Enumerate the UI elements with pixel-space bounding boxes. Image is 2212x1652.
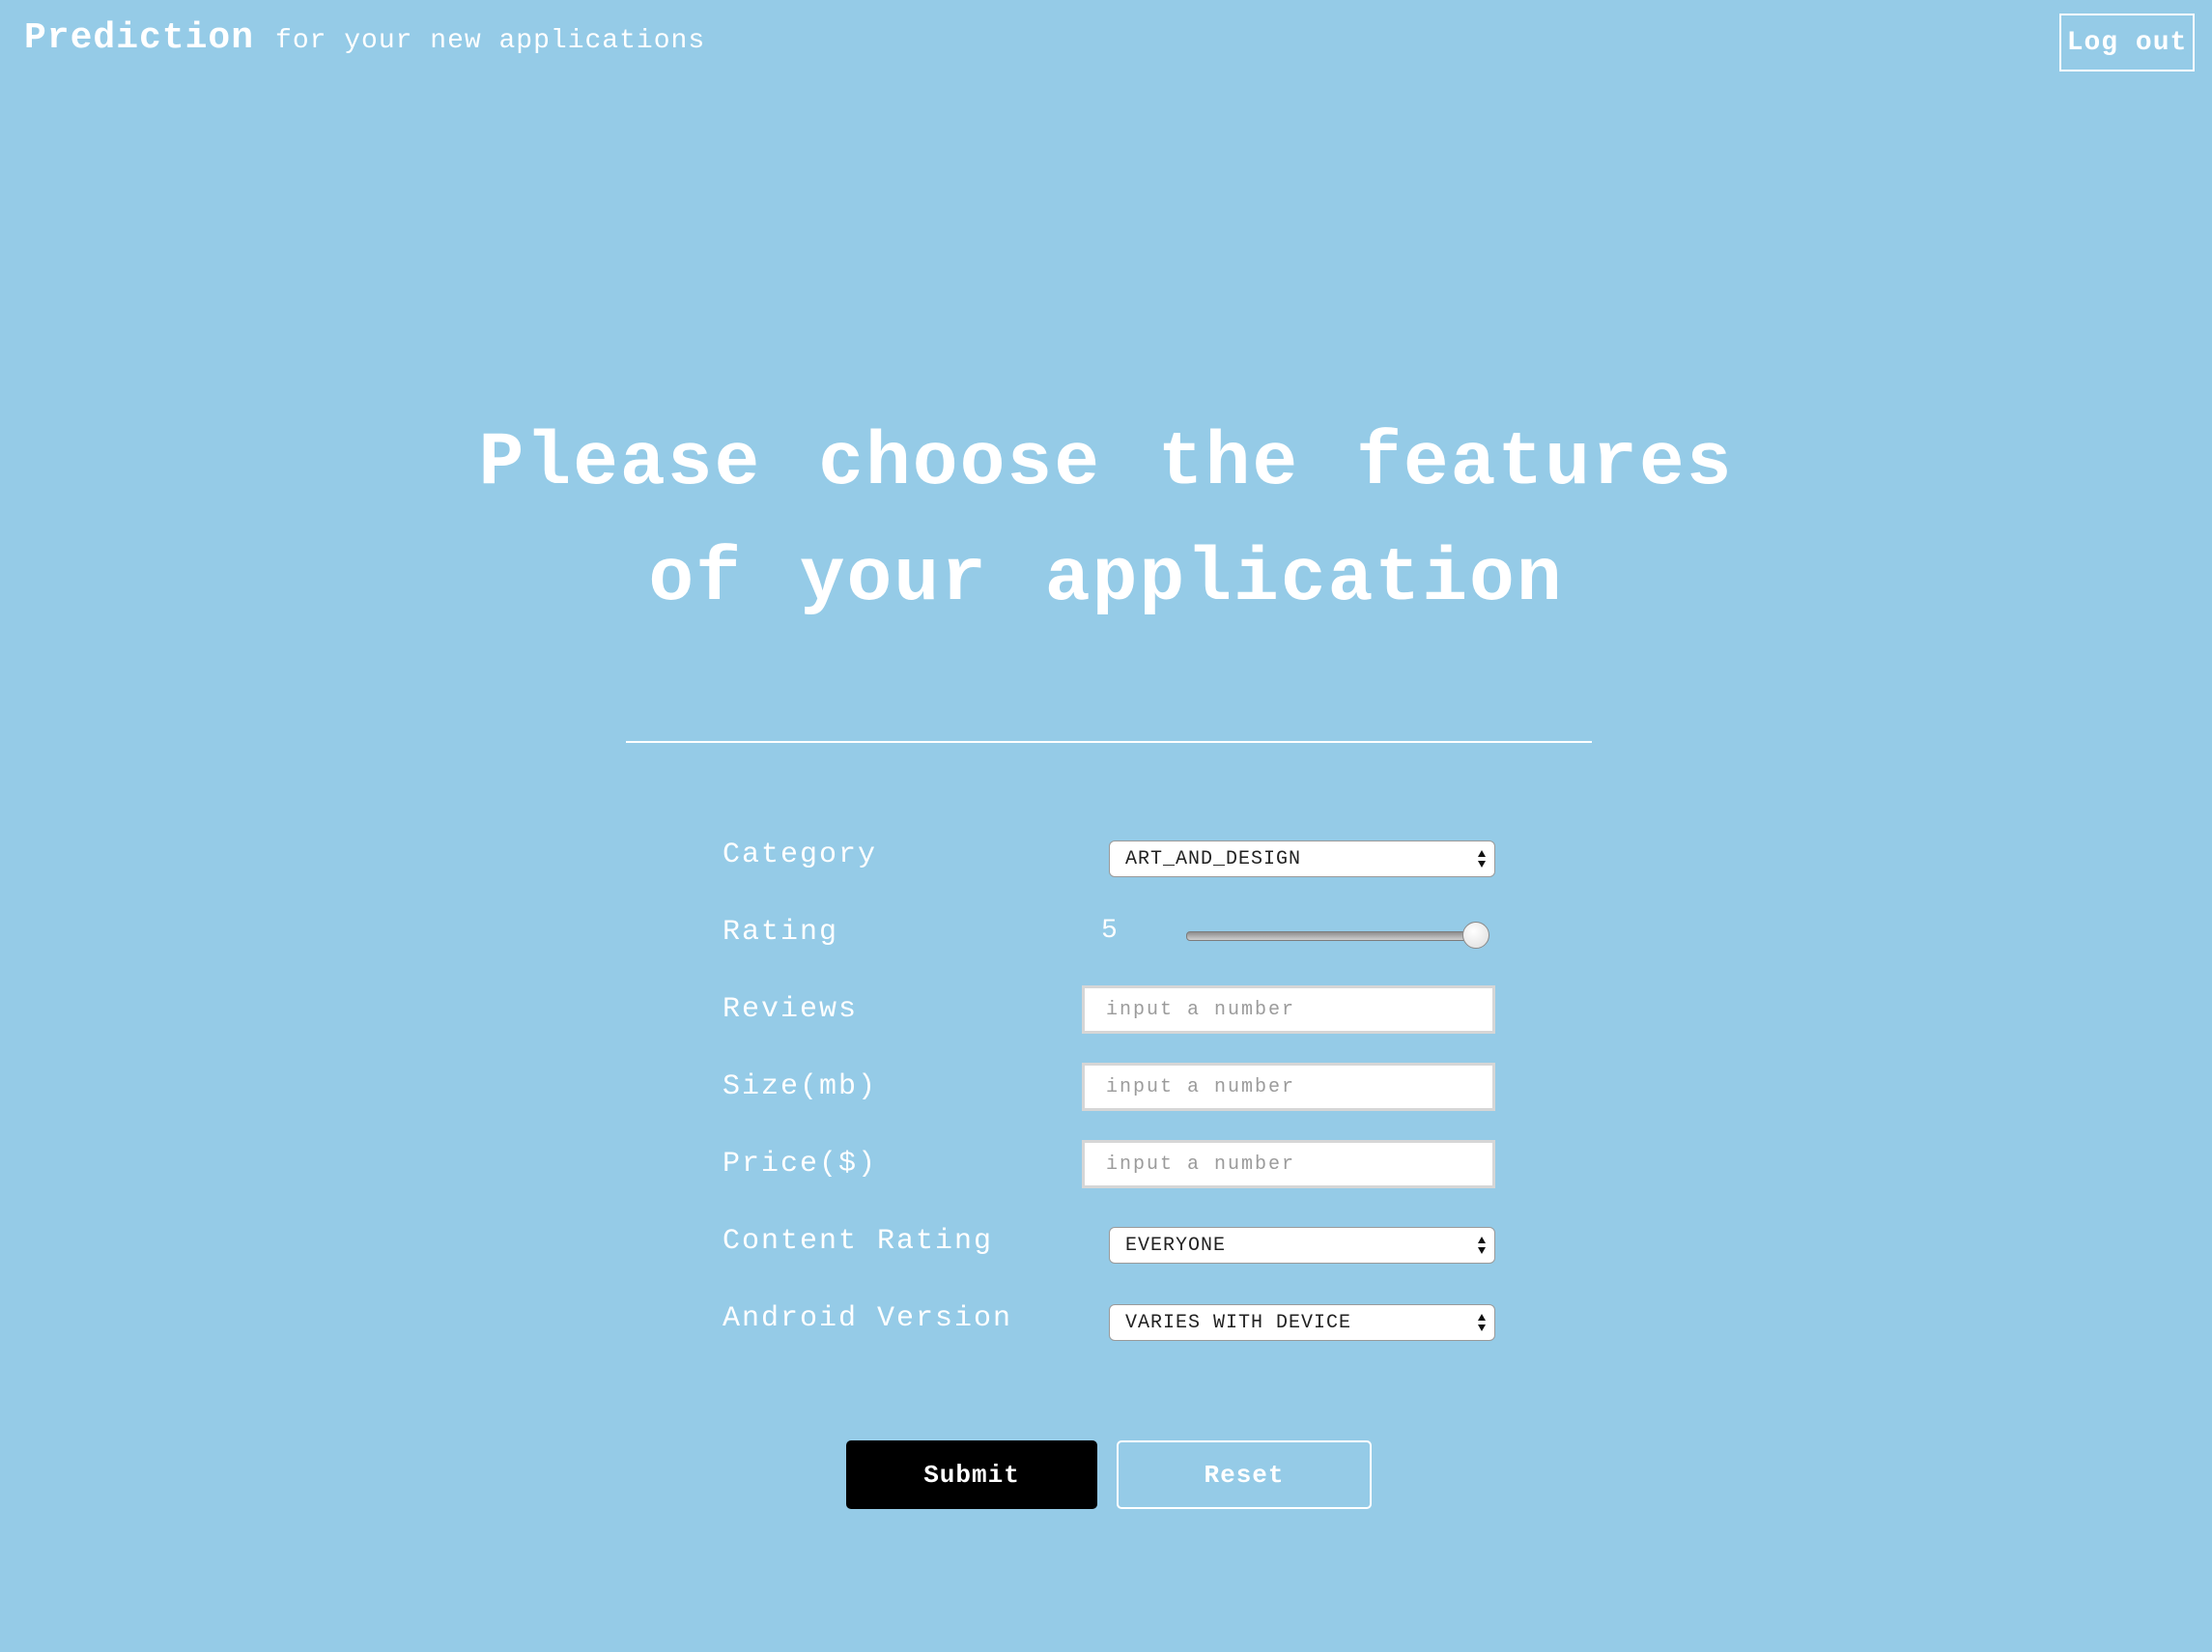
brand: Prediction for your new applications [24, 17, 705, 59]
divider [626, 741, 1592, 743]
android-version-value: VARIES WITH DEVICE [1125, 1311, 1352, 1334]
reset-button[interactable]: Reset [1117, 1440, 1372, 1509]
content-rating-label: Content Rating [723, 1225, 994, 1258]
content-rating-row: Content Rating EVERYONE [723, 1217, 1495, 1295]
page-title-line-2: of your application [648, 537, 1564, 622]
submit-button[interactable]: Submit [846, 1440, 1097, 1509]
category-label: Category [723, 839, 878, 871]
reviews-label: Reviews [723, 993, 859, 1026]
android-version-row: Android Version VARIES WITH DEVICE [723, 1295, 1495, 1372]
rating-label: Rating [723, 916, 839, 949]
price-input[interactable]: input a number [1082, 1140, 1495, 1188]
size-row: Size(mb) input a number [723, 1063, 1495, 1140]
android-version-label: Android Version [723, 1302, 1013, 1335]
android-version-select[interactable]: VARIES WITH DEVICE [1109, 1304, 1495, 1341]
price-label: Price($) [723, 1148, 878, 1181]
page-title-line-1: Please choose the features [478, 421, 1734, 506]
size-input[interactable]: input a number [1082, 1063, 1495, 1111]
features-form: Category ART_AND_DESIGN Rating 5 Reviews… [723, 831, 1495, 1372]
rating-value: 5 [1101, 916, 1118, 946]
form-buttons: Submit Reset [846, 1440, 1372, 1509]
brand-tagline: for your new applications [275, 26, 706, 56]
category-select[interactable]: ART_AND_DESIGN [1109, 840, 1495, 877]
select-arrows-icon [1478, 1314, 1486, 1331]
reviews-input[interactable]: input a number [1082, 985, 1495, 1034]
category-value: ART_AND_DESIGN [1125, 847, 1302, 870]
select-arrows-icon [1478, 1237, 1486, 1254]
brand-name: Prediction [24, 17, 255, 59]
rating-slider-thumb[interactable] [1462, 922, 1489, 949]
rating-slider[interactable] [1186, 931, 1478, 941]
content-rating-value: EVERYONE [1125, 1234, 1227, 1257]
price-row: Price($) input a number [723, 1140, 1495, 1217]
content-rating-select[interactable]: EVERYONE [1109, 1227, 1495, 1264]
logout-button[interactable]: Log out [2059, 14, 2195, 71]
rating-row: Rating 5 [723, 908, 1495, 985]
category-row: Category ART_AND_DESIGN [723, 831, 1495, 908]
page-title: Please choose the features of your appli… [0, 406, 2212, 638]
size-label: Size(mb) [723, 1070, 878, 1103]
reviews-row: Reviews input a number [723, 985, 1495, 1063]
select-arrows-icon [1478, 850, 1486, 868]
